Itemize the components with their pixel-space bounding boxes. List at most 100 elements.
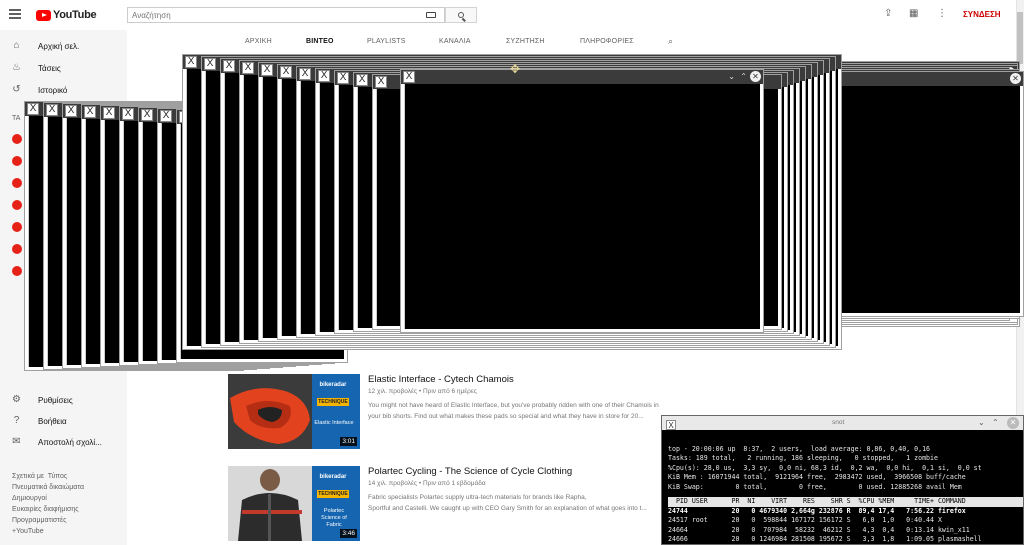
- more-vert-icon[interactable]: ⋮: [937, 9, 947, 19]
- channel-tabs: ΑΡΧΙΚΗ ΒΙΝΤΕΟ PLAYLISTS ΚΑΝΑΛΙΑ ΣΥΖΗΤΗΣΗ…: [127, 30, 1016, 52]
- news-channel-icon[interactable]: [12, 222, 22, 232]
- sidebar-item-label: Βοήθεια: [38, 417, 67, 426]
- x11-app-icon: X: [242, 62, 254, 74]
- minimize-icon[interactable]: ⌄: [728, 71, 735, 83]
- sidebar-item-help[interactable]: ? Βοήθεια: [0, 411, 127, 431]
- live-channel-icon[interactable]: [12, 244, 22, 254]
- footer-link[interactable]: Σχετικά με: [12, 473, 44, 480]
- search-input[interactable]: [127, 7, 445, 23]
- close-icon[interactable]: ✕: [750, 71, 761, 82]
- x11-titlebar[interactable]: X ✕ ⌄ ⌃: [401, 70, 763, 84]
- tab-home[interactable]: ΑΡΧΙΚΗ: [245, 38, 272, 45]
- x11-app-icon: X: [261, 64, 273, 76]
- tab-channels[interactable]: ΚΑΝΑΛΙΑ: [439, 38, 471, 45]
- footer-link[interactable]: Δημιουργοί: [12, 493, 122, 504]
- terminal-line: Tasks: 189 total, 2 running, 186 sleepin…: [668, 454, 938, 462]
- x11-app-icon: X: [204, 58, 216, 70]
- sidebar-item-label: Αρχική σελ.: [38, 42, 80, 51]
- video-meta: 12 χιλ. προβολές • Πριν από 6 ημέρες: [368, 388, 477, 395]
- tab-discussion[interactable]: ΣΥΖΗΤΗΣΗ: [506, 38, 545, 45]
- x11-app-icon: X: [160, 110, 172, 122]
- video-thumbnail[interactable]: bikeradar TECHNIQUE Polartec Science of …: [228, 466, 360, 541]
- minimize-icon[interactable]: ⌄: [978, 417, 985, 429]
- sidebar-item-home[interactable]: ⌂ Αρχική σελ.: [0, 36, 127, 56]
- footer-link[interactable]: Προγραμματιστές: [12, 515, 122, 526]
- home-icon: ⌂: [13, 40, 20, 51]
- maximize-icon[interactable]: ⌃: [740, 71, 747, 83]
- video-description: Fabric specialists Polartec supply ultra…: [368, 492, 668, 514]
- sidebar-item-label: Ιστορικό: [38, 86, 68, 95]
- technique-badge: TECHNIQUE: [317, 490, 349, 498]
- maximize-icon[interactable]: ⌃: [992, 417, 999, 429]
- fire-icon: ♨: [12, 62, 21, 73]
- terminal-window[interactable]: X snot ⌄ ⌃ ✕ top - 20:00:06 up 8:37, 2 u…: [661, 415, 1024, 545]
- x11-window-content[interactable]: [404, 84, 760, 329]
- terminal-line: top - 20:00:06 up 8:37, 2 users, load av…: [668, 444, 931, 453]
- footer-link[interactable]: Πνευματικά δικαιώματα: [12, 482, 122, 493]
- x11-app-icon: X: [356, 74, 368, 86]
- search-button[interactable]: [445, 7, 477, 23]
- music-channel-icon[interactable]: [12, 134, 22, 144]
- x11-app-icon: X: [299, 68, 311, 80]
- footer-link[interactable]: +YouTube: [12, 526, 122, 537]
- terminal-title: snot: [832, 419, 845, 426]
- terminal-line: %Cpu(s): 28,0 us, 3,3 sy, 0,0 ni, 68,3 i…: [668, 463, 982, 472]
- movies-channel-icon[interactable]: [12, 200, 22, 210]
- footer-link[interactable]: Ευκαιρίες διαφήμισης: [12, 504, 122, 515]
- move-cursor-icon: ✥: [509, 62, 521, 76]
- x11-app-icon: X: [27, 103, 39, 115]
- page-scrollbar-thumb[interactable]: [1017, 12, 1023, 64]
- terminal-output[interactable]: top - 20:00:06 up 8:37, 2 users, load av…: [668, 435, 1023, 544]
- video-duration: 3:01: [340, 437, 357, 446]
- close-icon[interactable]: ✕: [1007, 417, 1019, 429]
- video-title[interactable]: Elastic Interface - Cytech Chamois: [368, 374, 514, 385]
- bikeradar-badge: bikeradar: [319, 474, 347, 480]
- x11-app-icon: X: [375, 76, 387, 88]
- video-duration: 3:46: [340, 529, 357, 538]
- sidebar-item-label: Τάσεις: [38, 64, 61, 73]
- x11-app-icon: X: [185, 56, 197, 68]
- x11-app-icon: X: [403, 71, 415, 83]
- terminal-line: KiB Swap: 0 total, 0 free, 0 used. 12885…: [668, 482, 962, 491]
- gaming-channel-icon[interactable]: [12, 178, 22, 188]
- sidebar-item-history[interactable]: ↺ Ιστορικό: [0, 80, 127, 100]
- footer-links: Σχετικά με Τύπος Πνευματικά δικαιώματα Δ…: [12, 471, 122, 537]
- x11-app-icon: X: [280, 66, 292, 78]
- technique-badge: TECHNIQUE: [317, 398, 349, 406]
- tab-videos[interactable]: ΒΙΝΤΕΟ: [306, 38, 334, 45]
- youtube-play-icon: [36, 9, 51, 21]
- sidebar-item-settings[interactable]: ⚙ Ρυθμίσεις: [0, 390, 127, 410]
- keyboard-icon[interactable]: [426, 12, 436, 18]
- terminal-titlebar[interactable]: X snot ⌄ ⌃ ✕: [662, 416, 1023, 430]
- help-icon: ?: [13, 415, 20, 426]
- video-description-line: Fabric specialists Polartec supply ultra…: [368, 494, 587, 501]
- x11-app-icon: X: [103, 107, 115, 119]
- sidebar-item-trending[interactable]: ♨ Τάσεις: [0, 58, 127, 78]
- video-thumbnail[interactable]: bikeradar TECHNIQUE Elastic Interface 3:…: [228, 374, 360, 449]
- apps-grid-icon[interactable]: ▦: [909, 9, 918, 19]
- sidebar-section-heading: ΤΑ: [12, 115, 21, 122]
- search-icon: [458, 12, 464, 18]
- 360-video-channel-icon[interactable]: [12, 266, 22, 276]
- video-title[interactable]: Polartec Cycling - The Science of Cycle …: [368, 466, 572, 477]
- jacket-photo: [228, 466, 312, 541]
- hamburger-menu-icon[interactable]: [9, 9, 21, 19]
- channel-search-icon[interactable]: ⌕: [668, 36, 673, 47]
- feedback-icon: ✉: [12, 436, 21, 447]
- process-row: 24517 root 20 0 598844 167172 156172 S 6…: [668, 516, 942, 524]
- footer-link[interactable]: Τύπος: [48, 473, 68, 480]
- tab-playlists[interactable]: PLAYLISTS: [367, 38, 406, 45]
- x11-app-icon: X: [65, 105, 77, 117]
- sports-channel-icon[interactable]: [12, 156, 22, 166]
- close-icon[interactable]: ✕: [1010, 73, 1021, 84]
- bikeradar-badge: bikeradar: [319, 382, 347, 388]
- tab-about[interactable]: ΠΛΗΡΟΦΟΡΙΕΣ: [580, 38, 634, 45]
- history-icon: ↺: [12, 84, 21, 95]
- upload-icon[interactable]: ⇪: [884, 9, 892, 19]
- signin-button[interactable]: ΣΥΝΔΕΣΗ: [963, 10, 1001, 19]
- x11-window[interactable]: X ✕ ⌄ ⌃: [400, 69, 764, 333]
- x11-app-icon: X: [337, 72, 349, 84]
- gear-icon: ⚙: [12, 394, 21, 405]
- youtube-logo[interactable]: YouTube: [36, 8, 97, 22]
- sidebar-item-feedback[interactable]: ✉ Αποστολή σχολί...: [0, 432, 127, 452]
